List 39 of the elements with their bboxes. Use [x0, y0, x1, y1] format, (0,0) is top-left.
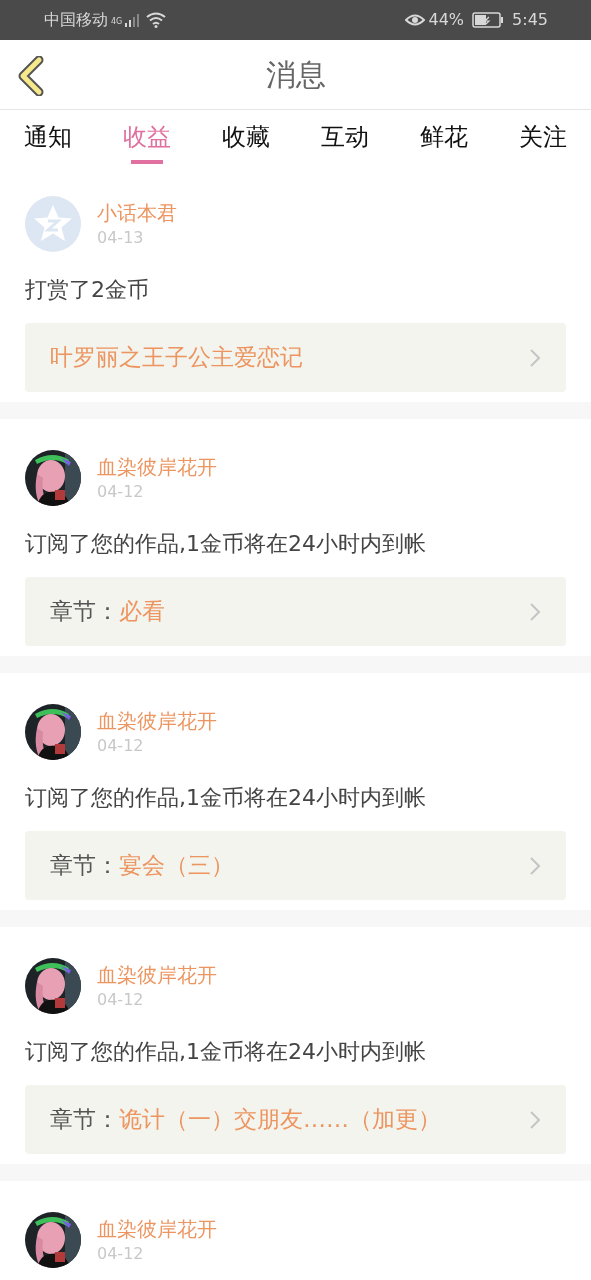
message-text: 订阅了您的作品,1金币将在24小时内到帐	[24, 1038, 427, 1066]
user-name: 小话本君	[97, 200, 177, 227]
chapter-link[interactable]: 章节：必看	[25, 577, 566, 646]
message-text: 订阅了您的作品,1金币将在24小时内到帐	[24, 530, 427, 558]
chapter-link[interactable]: 章节：诡计（一）交朋友……（加更）	[25, 1085, 566, 1154]
tab[interactable]: 通知	[24, 122, 72, 164]
tab[interactable]: 收藏	[222, 122, 270, 164]
page-title: 消息	[265, 56, 326, 94]
wifi-icon	[146, 12, 167, 28]
user-name: 血染彼岸花开	[97, 1216, 217, 1243]
tab[interactable]: 关注	[519, 122, 567, 164]
network-type: 4G	[111, 16, 123, 28]
chapter-link[interactable]: 章节：宴会（三）	[25, 831, 566, 900]
chapter-label: 章节：	[50, 597, 119, 627]
tab[interactable]: 互动	[321, 122, 369, 164]
chapter-title: 必看	[119, 597, 165, 627]
battery-icon	[472, 12, 505, 28]
avatar-icon	[25, 196, 81, 252]
user-name: 血染彼岸花开	[97, 708, 217, 735]
user-name: 血染彼岸花开	[97, 962, 217, 989]
battery-percent: 44%	[428, 9, 465, 31]
message-text: 订阅了您的作品,1金币将在24小时内到帐	[24, 784, 427, 812]
chevron-right-icon	[529, 347, 541, 368]
message-text: 打赏了2金币	[24, 276, 150, 304]
user-name: 血染彼岸花开	[97, 454, 217, 481]
chapter-title: 宴会（三）	[119, 851, 234, 881]
tab[interactable]: 鲜花	[420, 122, 468, 164]
chapter-label: 章节：	[50, 851, 119, 881]
chapter-title: 诡计（一）交朋友……（加更）	[119, 1105, 441, 1135]
back-icon	[17, 56, 45, 96]
back-button[interactable]	[16, 56, 46, 96]
eye-icon	[404, 13, 425, 27]
clock-time: 5:45	[512, 9, 548, 31]
chapter-label: 章节：	[50, 1105, 119, 1135]
chevron-right-icon	[529, 1109, 541, 1130]
signal-icon	[125, 13, 140, 27]
chevron-right-icon	[529, 601, 541, 622]
carrier-name: 中国移动	[44, 9, 108, 31]
chevron-right-icon	[529, 855, 541, 876]
